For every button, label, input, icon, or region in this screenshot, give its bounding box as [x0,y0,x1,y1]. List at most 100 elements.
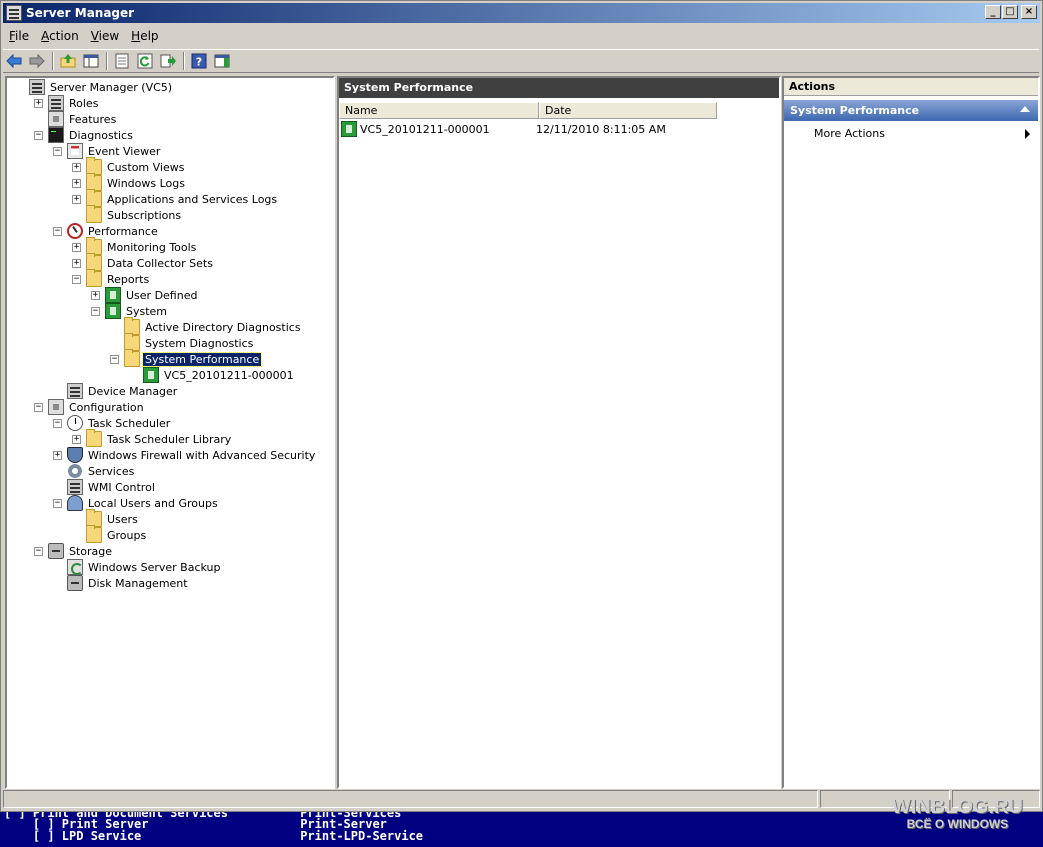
collapse-button[interactable]: − [91,306,100,316]
report-icon [105,287,121,303]
tree-node[interactable]: Active Directory Diagnostics [110,317,303,335]
tree-node[interactable]: − Reports [72,269,151,287]
actions-pane: Actions System Performance More Actions [782,76,1040,789]
expand-button[interactable]: + [72,178,81,188]
collapse-button[interactable]: − [34,402,43,412]
services-icon [67,463,83,479]
tree-node[interactable]: Windows Server Backup [53,559,223,575]
tree-node-label: Server Manager (VC5) [50,80,173,94]
collapse-button[interactable]: − [34,546,43,556]
expand-button[interactable]: + [53,450,62,460]
tree-node[interactable]: + User Defined [91,287,199,303]
expand-button[interactable]: + [34,98,43,108]
collapse-button[interactable]: − [53,418,62,428]
more-actions-item[interactable]: More Actions [784,126,1038,142]
menu-action[interactable]: Action [35,27,85,47]
disk-icon [67,575,83,591]
collapse-button[interactable]: − [53,146,62,156]
tree-node-label: Windows Logs [107,176,185,190]
back-button[interactable] [3,51,25,71]
tree-node-label: Event Viewer [88,144,161,158]
collapse-caret-icon[interactable] [1020,106,1030,112]
tree-node[interactable]: − System Performance [110,349,263,367]
tree-node-label: Monitoring Tools [107,240,197,254]
refresh-button[interactable] [134,51,156,71]
storage-icon [48,543,64,559]
actions-section-header[interactable]: System Performance [784,100,1038,121]
tree-node[interactable]: Subscriptions [72,205,183,223]
minimize-button[interactable]: _ [985,5,1001,19]
expand-button[interactable]: + [72,242,81,252]
tree-node[interactable]: Disk Management [53,575,190,591]
collapse-button[interactable]: − [110,354,119,364]
menu-action-accel: A [41,29,50,43]
column-header-name[interactable]: Name [339,102,539,119]
wmi-icon [67,479,83,495]
features-icon [48,111,64,127]
maximize-button[interactable]: □ [1002,5,1018,19]
tree-node-label: System [126,304,168,318]
tree-node[interactable]: Features [34,111,118,127]
collapse-button[interactable]: − [53,226,62,236]
collapse-button[interactable]: − [53,498,62,508]
tree-node-label: Disk Management [88,576,188,590]
help-button[interactable]: ? [188,51,210,71]
tree-node[interactable]: − Storage [34,543,114,559]
show-hide-console-tree-button[interactable] [80,51,102,71]
report-date: 12/11/2010 8:11:05 AM [536,122,666,136]
menu-view[interactable]: View [85,27,125,47]
tree-node[interactable]: VC5_20101211-000001 [129,367,296,383]
show-hide-action-pane-button[interactable] [211,51,233,71]
status-bar-panel [3,790,818,808]
menu-bar: File Action View Help [3,27,165,47]
forward-button[interactable] [26,51,48,71]
results-pane-title: System Performance [339,78,779,98]
tree-node[interactable]: − Diagnostics [34,127,135,143]
tree-node[interactable]: − Task Scheduler [53,415,172,431]
tree-node[interactable]: + Windows Firewall with Advanced Security [53,447,317,463]
collapse-button[interactable]: − [72,274,81,284]
tree-node[interactable]: Groups [72,525,148,543]
expand-button[interactable]: + [72,162,81,172]
show-hide-tree-icon [83,54,99,68]
tree-node[interactable]: + Task Scheduler Library [72,429,233,447]
menu-help[interactable]: Help [125,27,164,47]
show-action-pane-icon [214,54,230,68]
close-button[interactable]: × [1021,5,1037,19]
tree-node[interactable]: − Local Users and Groups [53,495,220,511]
export-list-button[interactable] [157,51,179,71]
properties-button[interactable] [111,51,133,71]
expand-button[interactable]: + [72,258,81,268]
tree-node[interactable]: + Roles [34,95,100,111]
tree-node-label: VC5_20101211-000001 [164,368,294,382]
tree-node[interactable]: − Performance [53,223,160,239]
expand-button[interactable]: + [91,290,100,300]
console-tree-pane[interactable]: Server Manager (VC5) + Roles Features − Diagn… [5,76,335,789]
tree-node[interactable]: − Configuration [34,399,146,415]
tree-node-label: Windows Server Backup [88,560,221,574]
more-actions-label: More Actions [814,127,885,140]
expand-button[interactable]: + [72,434,81,444]
tree-node[interactable]: Users [72,509,140,527]
list-item[interactable]: VC5_20101211-000001 12/11/2010 8:11:05 A… [341,121,736,137]
collapse-button[interactable]: − [34,130,43,140]
diagnostics-icon [48,127,64,143]
report-icon [143,367,159,383]
menu-file[interactable]: File [3,27,35,47]
up-one-level-button[interactable] [57,51,79,71]
report-folder-icon [86,269,102,287]
tree-node[interactable]: Device Manager [53,383,179,399]
svg-text:?: ? [196,56,202,69]
column-header-date[interactable]: Date [539,102,717,119]
tree-node[interactable]: Server Manager (VC5) [15,79,174,95]
tree-node[interactable]: + Applications and Services Logs [72,189,279,207]
tree-node[interactable]: Services [53,463,136,479]
expand-button[interactable]: + [72,194,81,204]
tree-node-label: Roles [69,96,99,110]
tree-node-label: Configuration [69,400,144,414]
tree-node[interactable]: WMI Control [53,479,157,495]
tree-node[interactable]: − Event Viewer [53,143,162,159]
